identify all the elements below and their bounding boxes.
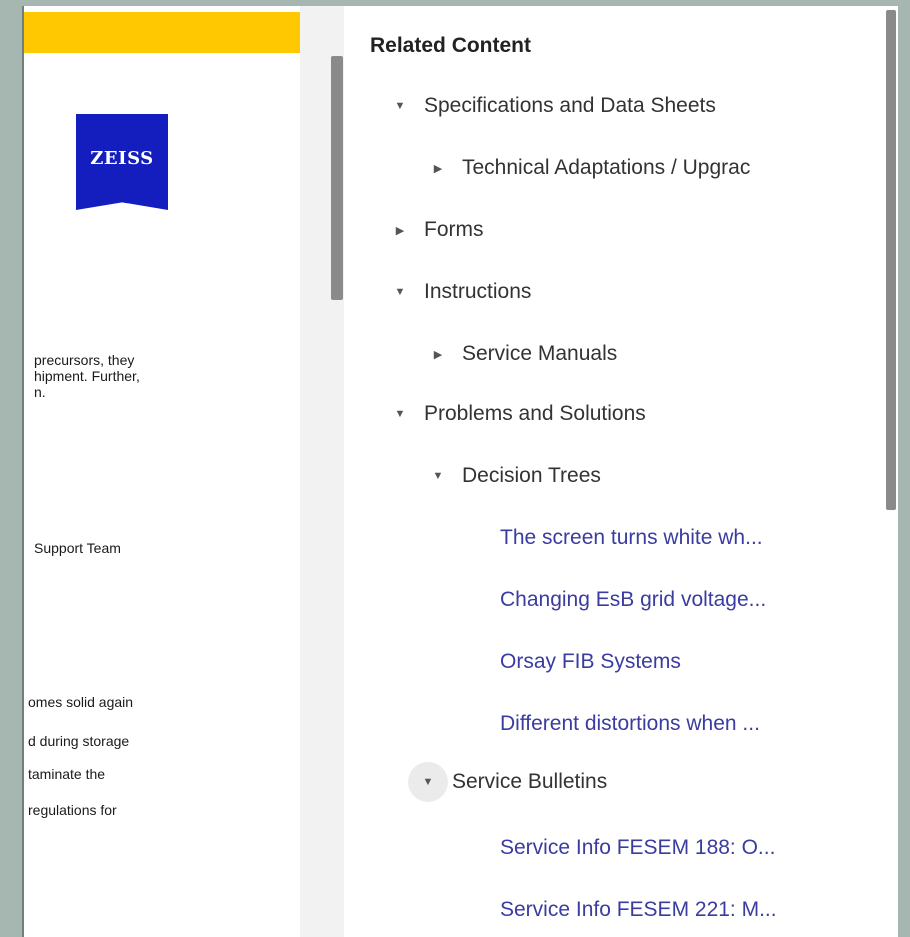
caret-right-icon[interactable]: ▶ (390, 224, 410, 237)
tree-item-service-manuals[interactable]: ▶ Service Manuals (428, 342, 617, 366)
document-preview[interactable]: ZEISS precursors, they hipment. Further,… (22, 6, 302, 937)
related-link[interactable]: Service Info FESEM 188: O... (500, 836, 775, 860)
tree-item-forms[interactable]: ▶ Forms (390, 218, 484, 242)
related-link[interactable]: Orsay FIB Systems (500, 650, 681, 674)
document-text-line: precursors, they (34, 352, 135, 368)
tree-item-specifications[interactable]: ▼ Specifications and Data Sheets (390, 94, 716, 118)
tree-item-label: Problems and Solutions (424, 402, 646, 425)
document-text-line: omes solid again (28, 694, 134, 710)
tree-item-label: Service Bulletins (452, 770, 608, 793)
tree-item-label: Service Manuals (462, 342, 618, 365)
document-text-line: Support Team (34, 540, 121, 556)
zeiss-logo: ZEISS (76, 114, 168, 210)
zeiss-logo-text: ZEISS (90, 147, 154, 169)
tree-item-label: Instructions (424, 280, 532, 303)
tree-item-label: Technical Adaptations / Upgrac (462, 156, 751, 179)
related-content-panel: Related Content ▼ Specifications and Dat… (344, 6, 898, 937)
related-link[interactable]: Different distortions when ... (500, 712, 760, 736)
related-content-title: Related Content (370, 34, 532, 57)
caret-down-icon[interactable]: ▼ (390, 286, 410, 298)
document-header-bar (24, 12, 302, 53)
related-link[interactable]: Service Info FESEM 221: M... (500, 898, 777, 922)
backdrop-right (898, 0, 910, 937)
document-text-line: hipment. Further, (34, 368, 140, 384)
document-text-line: taminate the (28, 766, 106, 782)
caret-down-icon[interactable]: ▼ (408, 762, 448, 802)
tree-item-service-bulletins[interactable]: ▼ Service Bulletins (408, 762, 608, 802)
tree-item-label: Decision Trees (462, 464, 601, 487)
caret-down-icon[interactable]: ▼ (428, 470, 448, 482)
related-content-scrollbar[interactable] (886, 10, 896, 510)
caret-right-icon[interactable]: ▶ (428, 162, 448, 175)
caret-down-icon[interactable]: ▼ (390, 408, 410, 420)
caret-down-icon[interactable]: ▼ (390, 100, 410, 112)
document-text-line: n. (34, 384, 46, 400)
tree-item-label: Forms (424, 218, 484, 241)
caret-right-icon[interactable]: ▶ (428, 348, 448, 361)
tree-item-decision-trees[interactable]: ▼ Decision Trees (428, 464, 601, 488)
document-text-line: regulations for (28, 802, 117, 818)
document-text-line: d during storage (28, 733, 130, 749)
related-link[interactable]: The screen turns white wh... (500, 526, 763, 550)
tree-item-technical-adaptations[interactable]: ▶ Technical Adaptations / Upgrac (428, 156, 751, 180)
backdrop-left (0, 0, 22, 937)
related-link[interactable]: Changing EsB grid voltage... (500, 588, 766, 612)
document-scrollbar[interactable] (331, 56, 343, 300)
tree-item-instructions[interactable]: ▼ Instructions (390, 280, 532, 304)
tree-item-label: Specifications and Data Sheets (424, 94, 716, 117)
tree-item-problems-solutions[interactable]: ▼ Problems and Solutions (390, 402, 646, 426)
